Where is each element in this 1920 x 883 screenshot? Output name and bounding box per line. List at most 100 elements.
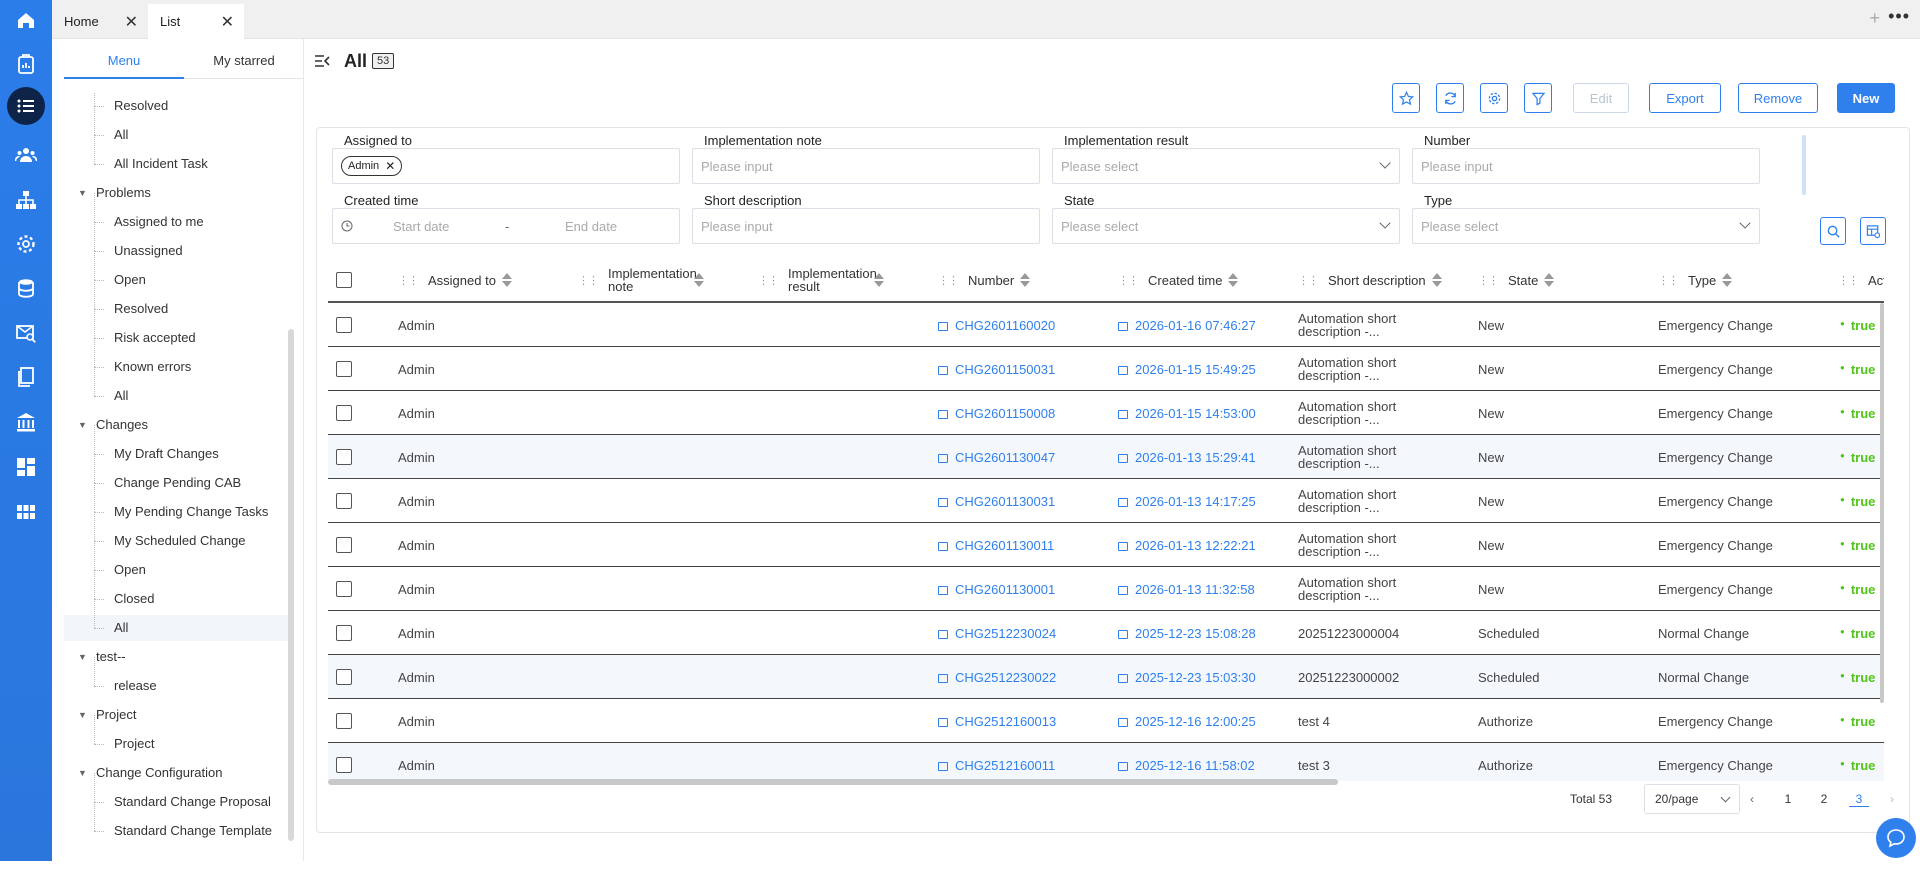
row-checkbox[interactable] <box>336 493 352 509</box>
drag-handle-icon[interactable]: ⋮⋮ <box>1118 274 1139 287</box>
page-size-select[interactable]: 20/page <box>1644 784 1740 814</box>
created-time-range[interactable]: Start date - End date <box>332 208 680 244</box>
menu-item[interactable]: Open <box>64 541 292 583</box>
state-select[interactable]: Please select <box>1052 208 1400 244</box>
menu-item[interactable]: All Incident Task <box>64 135 292 177</box>
table-row[interactable]: Admin CHG2601150008 2026-01-15 14:53:00 Aut… <box>328 391 1884 435</box>
menu-item[interactable]: Resolved <box>64 280 292 322</box>
column-short-description[interactable]: ⋮⋮ Short description <box>1298 257 1468 303</box>
table-row[interactable]: Admin CHG2512160013 2025-12-16 12:00:25 tes… <box>328 699 1884 743</box>
prev-page-icon[interactable]: ‹ <box>1742 792 1762 806</box>
column-number[interactable]: ⋮⋮ Number <box>938 257 1108 303</box>
tab-home[interactable]: Home ✕ <box>52 4 148 39</box>
close-icon[interactable]: ✕ <box>221 12 234 32</box>
menu-group[interactable]: ▼ Problems <box>64 180 292 206</box>
more-icon[interactable]: ••• <box>1888 6 1910 27</box>
type-select[interactable]: Please select <box>1412 208 1760 244</box>
menu-item[interactable]: All <box>64 367 292 409</box>
end-date-input[interactable]: End date <box>565 219 617 234</box>
drag-handle-icon[interactable]: ⋮⋮ <box>1478 274 1499 287</box>
row-checkbox[interactable] <box>336 669 352 685</box>
grid-icon[interactable] <box>11 497 41 527</box>
star-button[interactable] <box>1392 83 1420 113</box>
table-row[interactable]: Admin CHG2512160011 2025-12-16 11:58:02 tes… <box>328 743 1884 781</box>
chat-button[interactable] <box>1876 818 1916 858</box>
column-state[interactable]: ⋮⋮ State <box>1478 257 1648 303</box>
bank-icon[interactable] <box>11 407 41 437</box>
cell-number-link[interactable]: CHG2601130047 <box>938 435 1055 479</box>
org-chart-icon[interactable] <box>11 185 41 215</box>
menu-item[interactable]: My Scheduled Change <box>64 512 292 554</box>
cell-number-link[interactable]: CHG2601160020 <box>938 303 1055 347</box>
table-row[interactable]: Admin CHG2601130031 2026-01-13 14:17:25 Aut… <box>328 479 1884 523</box>
menu-item[interactable]: All <box>64 106 292 148</box>
refresh-button[interactable] <box>1436 83 1464 113</box>
menu-item[interactable]: Standard Change Template <box>64 802 292 844</box>
table-row[interactable]: Admin CHG2512230024 2025-12-23 15:08:28 202… <box>328 611 1884 655</box>
cell-created-time-link[interactable]: 2026-01-15 15:49:25 <box>1118 347 1256 391</box>
sort-icon[interactable] <box>694 273 704 287</box>
row-checkbox[interactable] <box>336 537 352 553</box>
cell-created-time-link[interactable]: 2025-12-16 12:00:25 <box>1118 699 1256 743</box>
cell-number-link[interactable]: CHG2512230024 <box>938 611 1056 655</box>
short-description-input[interactable]: Please input <box>692 208 1040 244</box>
documents-icon[interactable] <box>11 362 41 392</box>
drag-handle-icon[interactable]: ⋮⋮ <box>398 274 419 287</box>
menu-item[interactable]: Risk accepted <box>64 309 292 351</box>
table-row[interactable]: Admin CHG2601150031 2026-01-15 15:49:25 Aut… <box>328 347 1884 391</box>
drag-handle-icon[interactable]: ⋮⋮ <box>938 274 959 287</box>
menu-item[interactable]: release <box>64 657 292 699</box>
row-checkbox[interactable] <box>336 713 352 729</box>
row-checkbox[interactable] <box>336 317 352 333</box>
drag-handle-icon[interactable]: ⋮⋮ <box>1838 274 1859 287</box>
horizontal-scrollbar[interactable] <box>328 779 1338 785</box>
sort-icon[interactable] <box>1020 273 1031 287</box>
menu-item[interactable]: My Draft Changes <box>64 425 292 467</box>
edit-button[interactable]: Edit <box>1573 83 1629 113</box>
row-checkbox[interactable] <box>336 449 352 465</box>
drag-handle-icon[interactable]: ⋮⋮ <box>578 274 599 287</box>
menu-group[interactable]: ▼ Change Configuration <box>64 760 292 786</box>
row-checkbox[interactable] <box>336 361 352 377</box>
menu-item[interactable]: All <box>64 599 292 641</box>
vertical-scrollbar[interactable] <box>1880 303 1884 703</box>
next-page-icon[interactable]: › <box>1882 792 1902 806</box>
home-icon[interactable] <box>11 5 41 35</box>
menu-group[interactable]: ▼ Project <box>64 702 292 728</box>
clipboard-report-icon[interactable] <box>11 49 41 79</box>
menu-item[interactable]: Known errors <box>64 338 292 380</box>
caret-down-icon[interactable]: ▼ <box>78 760 87 786</box>
table-row[interactable]: Admin CHG2601160020 2026-01-16 07:46:27 Aut… <box>328 303 1884 347</box>
assigned-to-field[interactable]: Admin ✕ <box>332 148 680 184</box>
sort-icon[interactable] <box>874 273 884 287</box>
drag-handle-icon[interactable]: ⋮⋮ <box>758 274 779 287</box>
cell-number-link[interactable]: CHG2512230022 <box>938 655 1056 699</box>
sort-icon[interactable] <box>1228 273 1239 287</box>
menu-group[interactable]: ▼ test-- <box>64 644 292 670</box>
column-active[interactable]: ⋮⋮ Activ <box>1838 257 1884 303</box>
cell-number-link[interactable]: CHG2512160011 <box>938 743 1055 781</box>
settings-icon[interactable] <box>11 229 41 259</box>
search-mail-icon[interactable] <box>11 318 41 348</box>
cell-number-link[interactable]: CHG2601130001 <box>938 567 1055 611</box>
cell-created-time-link[interactable]: 2025-12-23 15:03:30 <box>1118 655 1256 699</box>
menu-item[interactable]: Standard Change Proposal <box>64 773 292 815</box>
sort-icon[interactable] <box>501 273 512 287</box>
page-3[interactable]: 3 <box>1849 792 1869 807</box>
add-tab-button[interactable]: + <box>1869 8 1880 29</box>
collapse-menu-icon[interactable] <box>314 54 330 71</box>
cell-number-link[interactable]: CHG2512160013 <box>938 699 1056 743</box>
table-row[interactable]: Admin CHG2601130011 2026-01-13 12:22:21 Aut… <box>328 523 1884 567</box>
implementation-note-input[interactable]: Please input <box>692 148 1040 184</box>
cell-created-time-link[interactable]: 2026-01-13 15:29:41 <box>1118 435 1256 479</box>
menu-item[interactable]: Project <box>64 715 292 757</box>
caret-down-icon[interactable]: ▼ <box>78 412 87 438</box>
cell-created-time-link[interactable]: 2025-12-23 15:08:28 <box>1118 611 1256 655</box>
tab-my-starred[interactable]: My starred <box>184 51 304 79</box>
new-button[interactable]: New <box>1837 83 1895 113</box>
page-1[interactable]: 1 <box>1778 792 1798 806</box>
page-2[interactable]: 2 <box>1814 792 1834 806</box>
menu-group[interactable]: ▼ Changes <box>64 412 292 438</box>
table-row[interactable]: Admin CHG2601130047 2026-01-13 15:29:41 Aut… <box>328 435 1884 479</box>
column-created-time[interactable]: ⋮⋮ Created time <box>1118 257 1288 303</box>
